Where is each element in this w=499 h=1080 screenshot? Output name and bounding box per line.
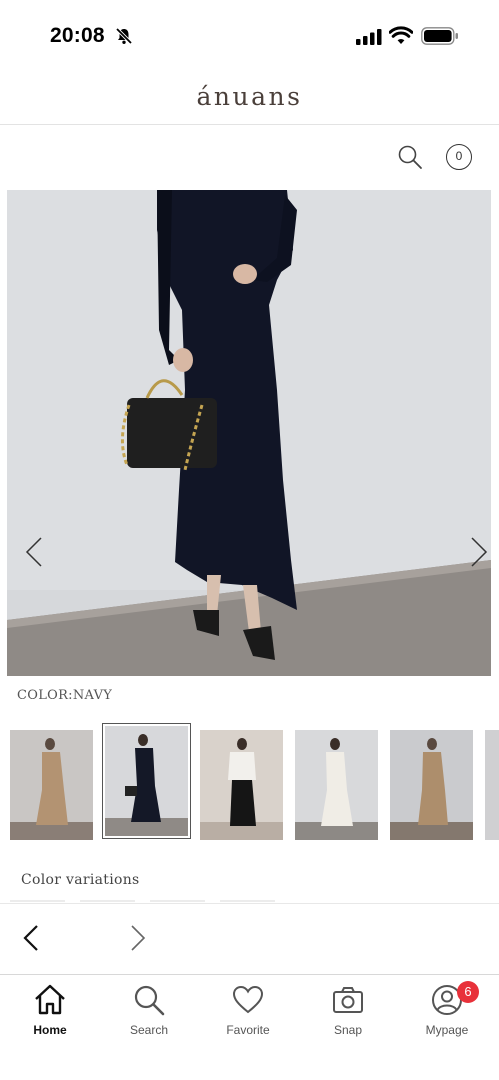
status-bar: 20:08 [0, 0, 499, 70]
product-main-image[interactable] [7, 190, 491, 676]
thumbnail-black-white[interactable] [200, 730, 283, 840]
chevron-left-icon[interactable] [23, 535, 45, 569]
status-time: 20:08 [50, 24, 105, 47]
brand-header: ánuans [0, 70, 499, 125]
product-photo [7, 190, 491, 676]
search-icon [134, 985, 165, 1016]
camera-icon [333, 987, 363, 1013]
tab-snap[interactable]: Snap [298, 983, 398, 1043]
chevron-left-icon[interactable] [20, 923, 42, 953]
tab-label: Mypage [425, 1023, 469, 1037]
brand-logo[interactable]: ánuans [0, 82, 499, 111]
bottom-tab-bar: Home Search Favorite Snap Mypage 6 [0, 974, 499, 1080]
color-label: COLOR:NAVY [17, 688, 113, 703]
tab-label: Home [33, 1023, 67, 1037]
color-variations-title: Color variations [21, 872, 140, 888]
chevron-right-icon[interactable] [127, 923, 149, 953]
thumbnail-white[interactable] [295, 730, 378, 840]
home-icon [35, 984, 65, 1015]
tab-label: Favorite [226, 1023, 270, 1037]
tab-search[interactable]: Search [99, 983, 199, 1043]
thumbnail-partial[interactable] [485, 730, 499, 840]
chevron-right-icon[interactable] [468, 535, 490, 569]
heart-icon [232, 985, 264, 1014]
tab-mypage[interactable]: Mypage 6 [397, 981, 497, 1043]
search-icon[interactable] [396, 143, 424, 171]
thumbnail-beige[interactable] [10, 730, 93, 840]
cellular-signal-icon [356, 29, 382, 45]
thumbnail-carousel[interactable] [0, 723, 499, 844]
battery-icon [421, 27, 458, 45]
bell-off-icon [115, 27, 133, 45]
cart-count-button[interactable]: 0 [446, 144, 472, 170]
tab-home[interactable]: Home [0, 983, 100, 1043]
tab-favorite[interactable]: Favorite [198, 983, 298, 1043]
thumbnail-navy[interactable] [102, 723, 191, 839]
tab-label: Snap [333, 1023, 363, 1037]
thumbnail-beige-2[interactable] [390, 730, 473, 840]
tab-label: Search [129, 1023, 169, 1037]
notification-badge: 6 [457, 981, 479, 1003]
wifi-icon [389, 26, 413, 44]
section-divider [0, 903, 499, 904]
